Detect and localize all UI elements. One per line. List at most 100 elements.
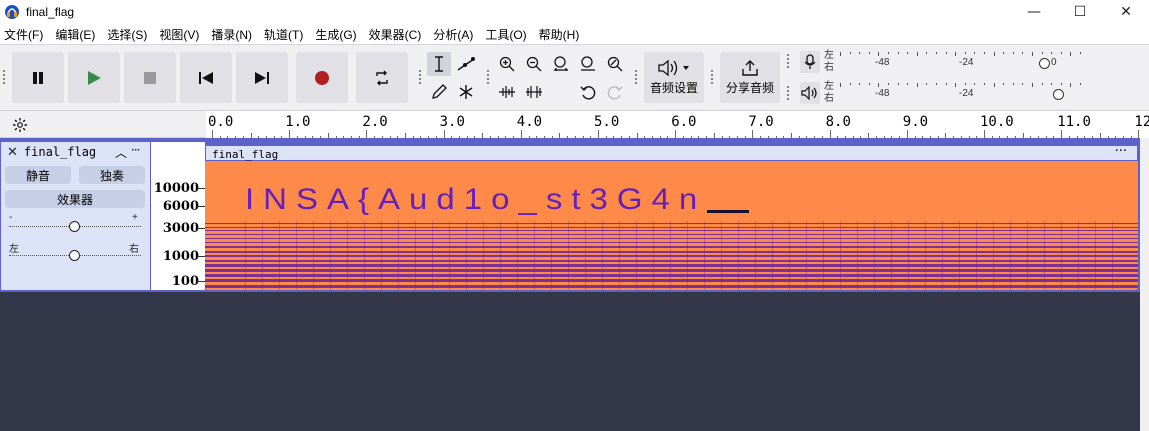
spectrogram-streak	[415, 221, 416, 290]
audio-clip[interactable]: final_flag ··· INSA{Aud1o_st3G4n	[205, 145, 1138, 290]
spectrogram-streak	[398, 221, 399, 290]
i-beam-icon	[435, 56, 443, 72]
draw-tool-button[interactable]	[427, 80, 451, 104]
play-button[interactable]	[68, 52, 120, 103]
record-meter[interactable]: 左右 -48 -24 0	[796, 49, 1149, 77]
playback-meter-tick: -48	[875, 88, 890, 99]
freq-label: 10000	[153, 181, 199, 196]
zoom-in-button[interactable]	[495, 52, 519, 76]
meter-tick	[993, 83, 995, 87]
collapse-icon[interactable]: ︿	[115, 144, 127, 161]
record-volume-knob[interactable]	[1039, 58, 1050, 69]
playback-volume-knob[interactable]	[1053, 89, 1064, 100]
spectrogram[interactable]: INSA{Aud1o_st3G4n	[205, 161, 1138, 290]
freq-tick	[197, 188, 205, 189]
close-window-button[interactable]: ✕	[1103, 0, 1149, 24]
selection-tool-button[interactable]	[427, 52, 451, 76]
menu-analyze[interactable]: 分析(A)	[431, 26, 475, 43]
timeline-ruler[interactable]: 0.0 1.0 2.0 3.0 4.0 5.0 6.0 7.0 8.0 9.0 10.0 11.0 12…	[206, 111, 1149, 139]
empty-track-area[interactable]	[0, 292, 1140, 431]
spectrogram-band	[205, 279, 1138, 283]
share-audio-button[interactable]: 分享音频	[720, 52, 780, 103]
menu-transport[interactable]: 播录(N)	[209, 26, 254, 43]
multi-tool-button[interactable]	[454, 80, 478, 104]
timeline-settings-button[interactable]	[10, 115, 30, 135]
record-meter-grip[interactable]	[786, 53, 790, 69]
audio-setup-grip[interactable]	[634, 69, 638, 85]
meter-tick	[878, 52, 880, 56]
spectrogram-streak	[262, 221, 263, 290]
audio-setup-button[interactable]: 音频设置	[644, 52, 704, 103]
effects-button[interactable]: 效果器	[5, 190, 145, 208]
freq-label: 100	[171, 274, 199, 289]
playback-meter-button[interactable]	[800, 82, 820, 104]
loop-button[interactable]	[356, 52, 408, 103]
meter-tick	[955, 83, 957, 87]
spectrogram-band	[205, 246, 1138, 249]
skip-to-start-button[interactable]	[180, 52, 232, 103]
menu-tools[interactable]: 工具(O)	[483, 26, 528, 43]
vertical-scrollbar[interactable]	[1140, 138, 1149, 431]
track-close-icon[interactable]: ✕	[7, 145, 18, 160]
menu-select[interactable]: 选择(S)	[105, 26, 149, 43]
edit-grip[interactable]	[486, 69, 490, 85]
spectrogram-streak	[1061, 221, 1062, 290]
track-menu-icon[interactable]: ···	[131, 143, 141, 157]
silence-button[interactable]	[522, 80, 546, 104]
tools-grip[interactable]	[418, 69, 422, 85]
solo-button[interactable]: 独奏	[79, 166, 145, 184]
spectrogram-streak	[381, 221, 382, 290]
maximize-button[interactable]: ☐	[1057, 0, 1103, 24]
menu-help[interactable]: 帮助(H)	[537, 26, 582, 43]
meter-tick	[897, 83, 899, 85]
spectrogram-band	[205, 223, 1138, 224]
playback-meter-tick: -24	[959, 88, 974, 99]
toolbar-grip[interactable]	[2, 69, 6, 85]
menu-tracks[interactable]: 轨道(T)	[262, 26, 305, 43]
menu-effect[interactable]: 效果器(C)	[367, 26, 424, 43]
envelope-tool-button[interactable]	[454, 52, 478, 76]
meter-tick	[1003, 83, 1005, 85]
trim-button[interactable]	[495, 80, 519, 104]
spectrogram-streak	[1044, 221, 1045, 290]
playback-meter[interactable]: 左右 -48 -24	[796, 80, 1149, 108]
playback-meter-left-label: 左	[824, 81, 834, 92]
menu-view[interactable]: 视图(V)	[157, 26, 201, 43]
playback-meter-grip[interactable]	[786, 85, 790, 101]
spectrogram-streak	[449, 221, 450, 290]
zoom-out-button[interactable]	[522, 52, 546, 76]
track-header: ✕ final_flag ︿ ···	[1, 142, 150, 162]
meter-tick	[1032, 83, 1033, 87]
spectrogram-band	[205, 242, 1138, 244]
menu-generate[interactable]: 生成(G)	[313, 26, 358, 43]
share-grip[interactable]	[710, 69, 714, 85]
pan-slider-knob[interactable]	[69, 250, 80, 261]
record-meter-channels: 左右	[824, 50, 834, 74]
menu-file[interactable]: 文件(F)	[2, 26, 45, 43]
record-button[interactable]	[296, 52, 348, 103]
spectrogram-streak	[279, 221, 280, 290]
gain-slider-knob[interactable]	[69, 221, 80, 232]
meter-tick	[878, 83, 880, 87]
skip-to-end-button[interactable]	[236, 52, 288, 103]
track-name[interactable]: final_flag	[24, 145, 96, 159]
frequency-ruler[interactable]: 10000 6000 3000 1000 100	[151, 142, 205, 290]
spectrogram-streak	[1027, 221, 1028, 290]
spectrogram-streak	[602, 221, 603, 290]
pause-button[interactable]	[12, 52, 64, 103]
fit-selection-button[interactable]	[549, 52, 573, 76]
stop-button[interactable]	[124, 52, 176, 103]
record-meter-button[interactable]	[800, 51, 820, 73]
track-control-panel[interactable]: ✕ final_flag ︿ ··· 静音 独奏 效果器 - + 左 右	[1, 142, 150, 290]
meter-tick	[859, 52, 861, 54]
menu-edit[interactable]: 编辑(E)	[53, 26, 97, 43]
pause-icon	[33, 71, 43, 84]
zoom-toggle-button[interactable]	[603, 52, 627, 76]
fit-project-button[interactable]	[576, 52, 600, 76]
mute-button[interactable]: 静音	[5, 166, 71, 184]
minimize-button[interactable]: —	[1011, 0, 1057, 24]
redo-button[interactable]	[603, 80, 627, 104]
clip-menu-icon[interactable]: ···	[1115, 145, 1127, 159]
clip-header[interactable]: final_flag ···	[205, 145, 1138, 161]
undo-button[interactable]	[576, 80, 600, 104]
